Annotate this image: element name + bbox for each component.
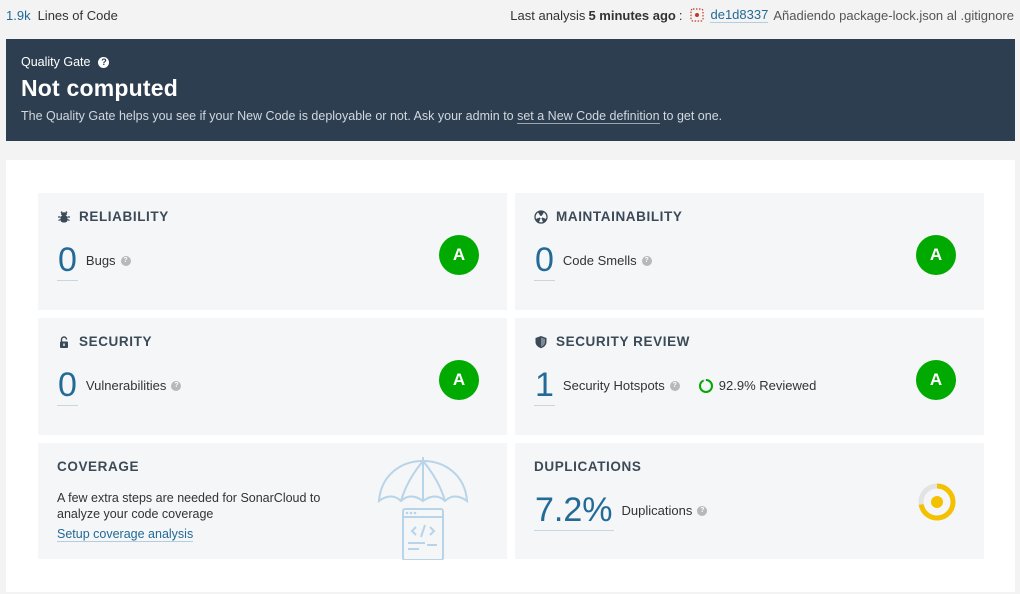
coverage-description: A few extra steps are needed for SonarCl… — [57, 491, 321, 521]
new-code-definition-link[interactable]: set a New Code definition — [517, 109, 660, 124]
security-hotspots-count[interactable]: 1 — [534, 365, 555, 406]
code-smells-count[interactable]: 0 — [534, 240, 555, 281]
code-smells-label: Code Smells — [562, 253, 637, 268]
vulnerabilities-count[interactable]: 0 — [57, 365, 78, 406]
umbrella-illustration — [377, 457, 469, 560]
maintainability-rating[interactable]: A — [916, 235, 956, 275]
security-hotspots-label: Security Hotspots — [562, 378, 665, 393]
top-bar: 1.9k Lines of Code Last analysis 5 minut… — [0, 0, 1020, 30]
security-title: SECURITY — [79, 334, 153, 349]
commit-hash-link[interactable]: de1d8337 — [710, 7, 769, 23]
bug-icon — [58, 210, 70, 222]
shield-icon — [535, 335, 547, 348]
help-icon[interactable]: ? — [697, 505, 708, 516]
reliability-title: RELIABILITY — [79, 209, 169, 224]
lines-of-code[interactable]: 1.9k Lines of Code — [6, 8, 118, 23]
lock-icon — [60, 335, 68, 348]
duplications-title: DUPLICATIONS — [534, 459, 642, 474]
security-rating[interactable]: A — [439, 360, 479, 400]
radiation-icon — [534, 209, 548, 224]
coverage-title: COVERAGE — [57, 459, 140, 474]
analysis-colon: : — [678, 7, 683, 23]
reviewed-label: 92.9% Reviewed — [718, 378, 817, 393]
help-icon[interactable]: ? — [98, 56, 110, 68]
reviewed-progress-arc — [698, 378, 713, 393]
reliability-card: RELIABILITY 0 Bugs ? A — [38, 193, 507, 310]
reviewed-percentage[interactable]: 92.9% Reviewed — [698, 378, 817, 394]
analysis-prefix: Last analysis — [510, 7, 586, 23]
help-icon[interactable]: ? — [120, 255, 131, 266]
security-review-rating[interactable]: A — [916, 360, 956, 400]
coverage-card: COVERAGE A few extra steps are needed fo… — [38, 443, 507, 560]
measures-panel: RELIABILITY 0 Bugs ? A MAINTAINABILITY 0… — [6, 160, 1015, 592]
last-analysis: Last analysis 5 minutes ago : de1d8337 A… — [510, 7, 1014, 23]
commit-message: Añadiendo package-lock.json al .gitignor… — [773, 7, 1014, 23]
security-card: SECURITY 0 Vulnerabilities ? A — [38, 318, 507, 435]
maintainability-title: MAINTAINABILITY — [556, 209, 683, 224]
duplications-donut-icon[interactable] — [915, 480, 959, 524]
quality-gate-banner: Quality Gate ? Not computed The Quality … — [6, 39, 1015, 141]
security-review-card: SECURITY REVIEW 1 Security Hotspots ? 92… — [515, 318, 984, 435]
quality-gate-status: Not computed — [21, 75, 178, 101]
analysis-time: 5 minutes ago — [588, 7, 676, 23]
bugs-count[interactable]: 0 — [57, 240, 78, 281]
duplications-percentage[interactable]: 7.2% — [534, 490, 614, 531]
maintainability-card: MAINTAINABILITY 0 Code Smells ? A — [515, 193, 984, 310]
reviewed-progress-icon — [698, 378, 713, 393]
duplications-card: DUPLICATIONS 7.2% Duplications ? — [515, 443, 984, 559]
help-icon[interactable]: ? — [641, 255, 652, 266]
vulnerabilities-label: Vulnerabilities — [85, 378, 167, 393]
duplications-label: Duplications — [621, 503, 693, 518]
quality-gate-description: The Quality Gate helps you see if your N… — [21, 109, 723, 124]
bugs-label: Bugs — [85, 253, 116, 268]
help-icon[interactable]: ? — [669, 380, 680, 391]
loc-value[interactable]: 1.9k — [6, 8, 31, 23]
security-review-title: SECURITY REVIEW — [556, 334, 691, 349]
reliability-rating[interactable]: A — [439, 235, 479, 275]
loc-label: Lines of Code — [37, 7, 118, 23]
help-icon[interactable]: ? — [171, 380, 182, 391]
quality-gate-label: Quality Gate — [21, 55, 91, 69]
commit-icon — [690, 8, 705, 22]
setup-coverage-link[interactable]: Setup coverage analysis — [57, 527, 194, 542]
